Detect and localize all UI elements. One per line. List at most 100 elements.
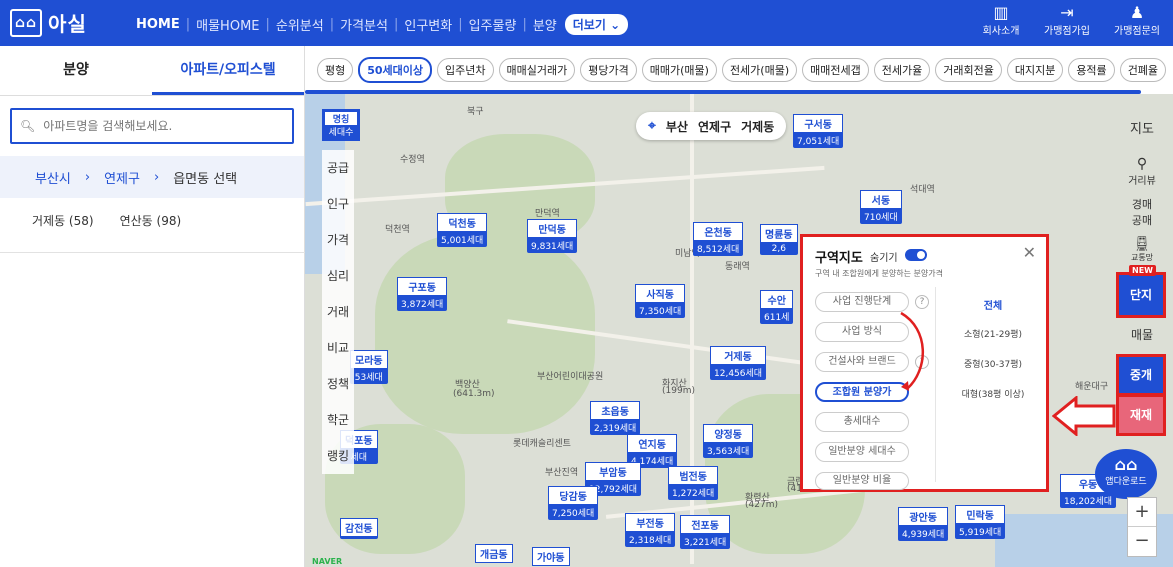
option-general-ratio[interactable]: 일반분양 비율 (815, 472, 909, 490)
nav-home[interactable]: HOME (136, 17, 180, 32)
size-large[interactable]: 대형(38평 이상) (943, 387, 1043, 400)
filter-chip[interactable]: 입주년차 (437, 58, 494, 82)
nav-rank[interactable]: 순위분석 (276, 15, 324, 34)
side-item-supply[interactable]: 공급 (322, 150, 354, 186)
dong-marker[interactable]: 덕천동 5,001세대 (437, 213, 488, 247)
tool-maemul[interactable]: 매물 (1118, 326, 1166, 343)
map-nav-district[interactable]: 연제구 (698, 118, 731, 135)
breadcrumb-district[interactable]: 연제구 (104, 168, 140, 187)
dong-marker[interactable]: 온천동 8,512세대 (693, 222, 744, 256)
marker-value: 9,831세대 (531, 242, 574, 252)
marker-value: 7,051세대 (797, 137, 840, 147)
close-icon[interactable]: ✕ (1023, 243, 1036, 262)
search-input[interactable] (43, 119, 284, 133)
inquiry-label: 가맹점문의 (1114, 26, 1160, 37)
dong-marker[interactable]: 개금동 (475, 544, 513, 563)
help-icon[interactable]: ? (915, 295, 929, 309)
logo[interactable]: ⌂⌂ 아실 (10, 8, 87, 37)
filter-chip[interactable]: 평당가격 (580, 58, 637, 82)
dong-marker[interactable]: 당감동 7,250세대 (548, 486, 599, 520)
tool-street-view[interactable]: ⚲ 거리뷰 (1118, 156, 1166, 187)
map-label: 부산진역 (545, 468, 579, 478)
dong-marker[interactable]: 명륜동 2,6 (760, 224, 798, 255)
dong-marker[interactable]: 민락동 5,919세대 (955, 505, 1006, 539)
filter-chip[interactable]: 매매가(매물) (641, 58, 717, 82)
side-item-trade[interactable]: 거래 (322, 294, 354, 330)
side-item-population[interactable]: 인구 (322, 186, 354, 222)
side-item-compare[interactable]: 비교 (322, 330, 354, 366)
more-button[interactable]: 더보기 ⌄ (564, 14, 629, 35)
dong-marker[interactable]: 광안동 4,939세대 (898, 507, 949, 541)
dong-marker[interactable]: 서동 710세대 (860, 190, 902, 224)
nav-supply[interactable]: 입주물량 (469, 15, 517, 34)
dong-marker[interactable]: 전포동 3,221세대 (680, 515, 731, 549)
dong-marker[interactable]: 만덕동 9,831세대 (527, 219, 578, 253)
app-download-button[interactable]: ⌂⌂ 앱다운로드 (1095, 449, 1157, 499)
side-item-ranking[interactable]: 랭킹 (322, 438, 354, 474)
marker-name: 가야동 (532, 547, 570, 566)
tool-danji[interactable]: NEW 단지 (1116, 265, 1166, 318)
map-nav-city[interactable]: 부산 (666, 118, 688, 135)
nav-bunyang[interactable]: 분양 (533, 15, 557, 34)
join-button[interactable]: ⇥ 가맹점가입 (1036, 4, 1098, 38)
filter-chip[interactable]: 매매실거래가 (498, 58, 576, 82)
dong-marker[interactable]: 감전동 (340, 518, 378, 539)
size-medium[interactable]: 중형(30-37평) (943, 357, 1043, 370)
hide-toggle[interactable] (905, 249, 927, 261)
dong-marker[interactable]: 거제동 12,456세대 (710, 346, 767, 380)
filter-chip[interactable]: 매매전세갭 (802, 58, 869, 82)
filter-chip[interactable]: 전세가율 (873, 58, 931, 82)
tab-bunyang[interactable]: 분양 (0, 46, 152, 95)
target-icon[interactable]: ⌖ (648, 118, 656, 134)
tool-map[interactable]: 지도 (1118, 118, 1166, 137)
tool-transit[interactable]: 🚆︎ 교통망 (1118, 236, 1166, 263)
dong-marker[interactable]: 구서동 7,051세대 (793, 114, 844, 148)
marker-value: 18,202세대 (1064, 497, 1113, 507)
option-member-price[interactable]: 조합원 분양가 (815, 382, 909, 402)
filter-chip[interactable]: 용적률 (1068, 58, 1115, 82)
zoom-in-button[interactable]: + (1128, 498, 1156, 527)
breadcrumb-dong-select[interactable]: 읍면동 선택 (173, 168, 237, 187)
option-general-units[interactable]: 일반분양 세대수 (815, 442, 909, 462)
inquiry-button[interactable]: ♟ 가맹점문의 (1106, 4, 1168, 38)
dong-marker[interactable]: 구포동 3,872세대 (397, 277, 448, 311)
dong-marker[interactable]: 가야동 (532, 547, 570, 566)
option-progress-stage[interactable]: 사업 진행단계 (815, 292, 909, 312)
dong-marker[interactable]: 범전동 1,272세대 (668, 466, 719, 500)
filter-chip[interactable]: 거래회전율 (935, 58, 1002, 82)
filter-chip[interactable]: 전세가(매물) (721, 58, 798, 82)
nav-population[interactable]: 인구변화 (404, 15, 452, 34)
side-item-school[interactable]: 학군 (322, 402, 354, 438)
zone-map-popup: 구역지도 숨기기 ✕ 구역 내 조합원에게 분양하는 분양가격 사업 진행단계 … (800, 234, 1049, 492)
dong-item[interactable]: 연산동 (98) (120, 212, 182, 229)
size-small[interactable]: 소형(21-29평) (943, 327, 1043, 340)
side-item-policy[interactable]: 정책 (322, 366, 354, 402)
tool-auction[interactable]: 경매 공매 (1118, 196, 1166, 228)
dong-marker[interactable]: 수안 611세 (760, 290, 794, 324)
dong-marker[interactable]: 사직동 7,350세대 (635, 284, 686, 318)
zoom-out-button[interactable]: − (1128, 527, 1156, 556)
option-builder-brand[interactable]: 건설사와 브랜드 (815, 352, 909, 372)
dong-marker[interactable]: 양정동 3,563세대 (703, 424, 754, 458)
side-item-price[interactable]: 가격 (322, 222, 354, 258)
option-total-units[interactable]: 총세대수 (815, 412, 909, 432)
size-all[interactable]: 전체 (943, 297, 1043, 312)
nav-maemul-home[interactable]: 매물HOME (196, 15, 259, 34)
filter-chip[interactable]: 건폐율 (1119, 58, 1167, 82)
tool-junggae[interactable]: 중개 (1116, 354, 1166, 396)
company-button[interactable]: ▥ 회사소개 (978, 4, 1024, 38)
tab-apartment[interactable]: 아파트/오피스텔 (152, 46, 304, 95)
filter-chip[interactable]: 평형 (317, 58, 354, 82)
dong-item[interactable]: 거제동 (58) (32, 212, 94, 229)
map-nav-dong[interactable]: 거제동 (741, 118, 774, 135)
nav-price[interactable]: 가격분석 (340, 15, 388, 34)
breadcrumb-city[interactable]: 부산시 (35, 168, 71, 187)
option-business-type[interactable]: 사업 방식 (815, 322, 909, 342)
tool-jaejae[interactable]: 재재 (1116, 394, 1166, 436)
dong-marker[interactable]: 부전동 2,318세대 (625, 513, 676, 547)
filter-chip-active[interactable]: 50세대이상 (358, 57, 433, 83)
side-item-sentiment[interactable]: 심리 (322, 258, 354, 294)
filter-chip[interactable]: 대지지분 (1006, 58, 1064, 82)
dong-marker[interactable]: 모라동 53세대 (350, 350, 388, 384)
dong-marker[interactable]: 초읍동 2,319세대 (590, 401, 641, 435)
